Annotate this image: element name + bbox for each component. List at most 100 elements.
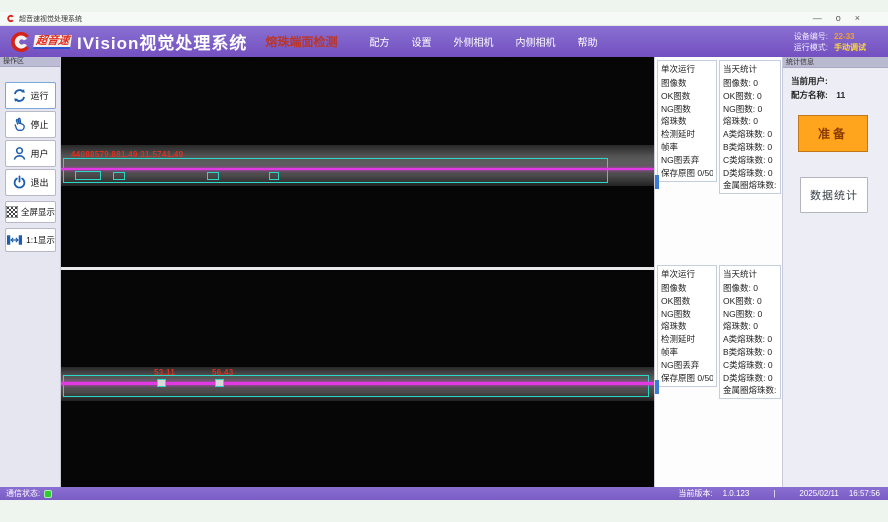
fullscreen-button[interactable]: 全屏显示 — [5, 201, 56, 223]
inner-camera-viewer[interactable]: 53.11 56.43 — [61, 270, 654, 487]
stat-row: D类熔珠数: 0 — [723, 167, 777, 180]
one-to-one-button[interactable]: 1:1显示 — [5, 228, 56, 252]
stop-button[interactable]: 停止 — [5, 111, 56, 138]
app-title: IVision视觉处理系统 — [77, 29, 247, 54]
group-title: 当天统计 — [723, 63, 777, 75]
today-stats-bottom: 当天统计 图像数: 0 OK图数: 0 NG图数: 0 熔珠数: 0 A类熔珠数… — [719, 265, 781, 399]
menu-item-recipe[interactable]: 配方 — [367, 32, 391, 51]
exit-button[interactable]: 退出 — [5, 169, 56, 196]
current-date: 2025/02/11 — [799, 489, 838, 498]
feature-box-overlay — [157, 379, 166, 387]
stat-row: A类熔珠数: 0 — [723, 128, 777, 141]
stat-row: 检测延时 — [661, 333, 713, 346]
fullscreen-button-label: 全屏显示 — [21, 206, 55, 218]
single-run-stats-bottom: 单次运行 图像数 OK图数 NG图数 熔珠数 检测延时 帧率 NG图丢弃 保存原… — [657, 265, 717, 387]
laser-line-overlay — [61, 168, 654, 170]
close-button[interactable]: × — [855, 14, 860, 23]
feature-box-overlay — [269, 172, 279, 180]
stat-row: 图像数 — [661, 77, 713, 90]
stat-row: 金属圈熔珠数: 0 — [723, 384, 777, 397]
device-info: 设备编号: 22-33 运行模式: 手动调试 — [794, 31, 880, 53]
menu-item-help[interactable]: 帮助 — [575, 32, 599, 51]
user-button-label: 用户 — [30, 147, 48, 160]
menu-item-inner-camera[interactable]: 内侧相机 — [513, 32, 557, 51]
recipe-name-value: 11 — [836, 90, 845, 100]
one-to-one-icon — [6, 234, 23, 246]
one-to-one-button-label: 1:1显示 — [26, 234, 55, 246]
menu-item-outer-camera[interactable]: 外侧相机 — [451, 32, 495, 51]
feature-box-overlay — [207, 172, 219, 180]
stat-row: OK图数 — [661, 295, 713, 308]
data-statistics-button[interactable]: 数据统计 — [800, 177, 868, 213]
sidebar-title: 操作区 — [0, 57, 60, 67]
stat-row: 熔珠数 — [661, 115, 713, 128]
outer-camera-viewer[interactable]: 44088579.881.49 31.5741.49 — [61, 57, 654, 267]
stat-row: 熔珠数: 0 — [723, 115, 777, 128]
status-bar: 通信状态: 当前版本: 1.0.123 | 2025/02/11 16:57:5… — [0, 487, 888, 500]
stat-row: 金属圈熔珠数: 0 — [723, 179, 777, 192]
stat-row: NG图数: 0 — [723, 103, 777, 116]
stat-row: NG图丢弃 — [661, 154, 713, 167]
stat-row: C类熔珠数: 0 — [723, 359, 777, 372]
stat-row: D类熔珠数: 0 — [723, 372, 777, 385]
single-run-stats-top: 单次运行 图像数 OK图数 NG图数 熔珠数 检测延时 帧率 NG图丢弃 保存原… — [657, 60, 717, 182]
app-subtitle: 熔珠端面检测 — [265, 33, 337, 50]
stat-row: 保存原图 0/500 — [661, 167, 713, 180]
current-user-line: 当前用户: — [791, 75, 828, 87]
stat-row: NG图数 — [661, 308, 713, 321]
stat-row: B类熔珠数: 0 — [723, 346, 777, 359]
splitter-grip[interactable] — [655, 380, 659, 394]
stat-row: 保存原图 0/500 — [661, 372, 713, 385]
stat-row: B类熔珠数: 0 — [723, 141, 777, 154]
stat-row: OK图数: 0 — [723, 295, 777, 308]
group-title: 单次运行 — [661, 63, 713, 75]
splitter-grip[interactable] — [655, 175, 659, 189]
recipe-name-label: 配方名称: — [791, 90, 828, 100]
stat-row: A类熔珠数: 0 — [723, 333, 777, 346]
brand-crescent-icon — [8, 30, 32, 54]
group-title: 当天统计 — [723, 268, 777, 280]
minimize-button[interactable]: — — [813, 14, 822, 23]
stat-row: 图像数: 0 — [723, 282, 777, 295]
stat-row: NG图数 — [661, 103, 713, 116]
statistics-info-panel: 统计信息 当前用户: 配方名称: 11 准备 数据统计 — [782, 57, 888, 487]
laser-line-overlay — [61, 382, 654, 385]
user-button[interactable]: 用户 — [5, 140, 56, 167]
exit-button-label: 退出 — [30, 176, 48, 189]
detection-region-overlay — [63, 375, 649, 397]
stat-row: 熔珠数: 0 — [723, 320, 777, 333]
current-user-label: 当前用户: — [791, 76, 828, 86]
group-title: 单次运行 — [661, 268, 713, 280]
stat-row: 图像数 — [661, 282, 713, 295]
feature-box-overlay — [75, 171, 101, 180]
statistics-column: 单次运行 图像数 OK图数 NG图数 熔珠数 检测延时 帧率 NG图丢弃 保存原… — [654, 57, 782, 487]
prepare-button[interactable]: 准备 — [798, 115, 868, 152]
user-icon — [12, 146, 27, 161]
run-button[interactable]: 运行 — [5, 82, 56, 109]
menu-item-settings[interactable]: 设置 — [409, 32, 433, 51]
comm-status-indicator — [44, 490, 52, 498]
stat-row: 帧率 — [661, 346, 713, 359]
detection-region-overlay — [63, 158, 608, 183]
window-titlebar: 超音速视觉处理系统 — o × — [0, 12, 888, 26]
inspection-strip-image: 53.11 56.43 — [61, 367, 654, 401]
feature-box-overlay — [113, 172, 125, 180]
info-panel-title: 统计信息 — [783, 57, 888, 68]
version-value: 1.0.123 — [723, 489, 750, 498]
window-title: 超音速视觉处理系统 — [19, 14, 82, 24]
stat-row: NG图数: 0 — [723, 308, 777, 321]
comm-status-label: 通信状态: — [6, 488, 40, 499]
main-menu: 配方 设置 外侧相机 内侧相机 帮助 — [367, 32, 599, 51]
today-stats-top: 当天统计 图像数: 0 OK图数: 0 NG图数: 0 熔珠数: 0 A类熔珠数… — [719, 60, 781, 194]
app-logo-icon — [6, 14, 15, 23]
main-area: 操作区 运行 停止 用户 — [0, 57, 888, 487]
run-mode-value: 手动调试 — [834, 42, 866, 53]
app-header: 超音速 IVision视觉处理系统 熔珠端面检测 配方 设置 外侧相机 内侧相机… — [0, 26, 888, 57]
version-label: 当前版本: — [678, 488, 712, 499]
stop-hand-icon — [12, 117, 27, 132]
maximize-button[interactable]: o — [836, 14, 841, 23]
stat-row: 帧率 — [661, 141, 713, 154]
brand-name: 超音速 — [33, 35, 72, 49]
current-time: 16:57:56 — [849, 489, 880, 498]
run-icon — [12, 88, 27, 103]
